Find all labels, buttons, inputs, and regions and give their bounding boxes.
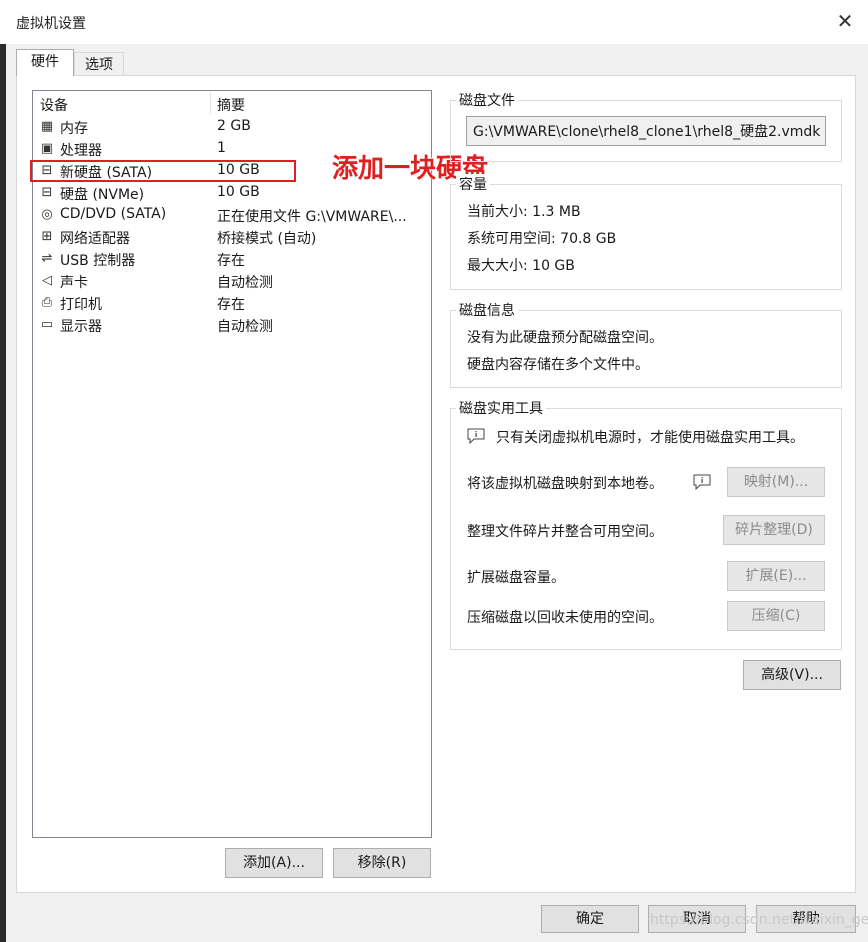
title-bar: 虚拟机设置 ✕ xyxy=(0,0,868,44)
column-header-device[interactable]: 设备 xyxy=(40,95,68,115)
device-row-sound-card[interactable]: ◁ 声卡 自动检测 xyxy=(37,270,429,292)
device-summary: 存在 xyxy=(217,253,245,269)
device-name: 打印机 xyxy=(60,297,102,313)
max-size-text: 最大大小: 10 GB xyxy=(467,258,575,274)
column-header-summary[interactable]: 摘要 xyxy=(217,95,245,115)
advanced-button[interactable]: 高级(V)... xyxy=(743,660,841,690)
map-description: 将该虚拟机磁盘映射到本地卷。 xyxy=(467,476,663,492)
device-name: 硬盘 (NVMe) xyxy=(60,187,145,203)
current-size-text: 当前大小: 1.3 MB xyxy=(467,204,581,220)
device-summary: 2 GB xyxy=(217,118,251,134)
device-summary: 正在使用文件 G:\VMWARE\... xyxy=(217,209,407,225)
defrag-description: 整理文件碎片并整合可用空间。 xyxy=(467,524,663,540)
compact-description: 压缩磁盘以回收未使用的空间。 xyxy=(467,610,663,626)
column-divider xyxy=(210,92,211,114)
expand-description: 扩展磁盘容量。 xyxy=(467,570,565,586)
annotation-highlight-box xyxy=(30,160,296,182)
cd-dvd-icon: ◎ xyxy=(41,207,53,222)
device-summary: 自动检测 xyxy=(217,319,273,335)
hard-disk-icon: ⊟ xyxy=(41,185,53,200)
network-adapter-icon: ⊞ xyxy=(41,229,53,244)
device-name: CD/DVD (SATA) xyxy=(60,206,167,222)
disk-file-path-field[interactable]: G:\VMWARE\clone\rhel8_clone1\rhel8_硬盘2.v… xyxy=(466,116,826,146)
device-summary: 自动检测 xyxy=(217,275,273,291)
device-row-display[interactable]: ▭ 显示器 自动检测 xyxy=(37,314,429,336)
tab-options[interactable]: 选项 xyxy=(74,52,124,76)
remove-device-button[interactable]: 移除(R) xyxy=(333,848,431,878)
ok-button[interactable]: 确定 xyxy=(541,905,639,933)
device-row-printer[interactable]: ⎙ 打印机 存在 xyxy=(37,292,429,314)
background-edge xyxy=(0,0,6,942)
disk-info-label: 磁盘信息 xyxy=(456,300,518,320)
device-summary: 存在 xyxy=(217,297,245,313)
add-device-button[interactable]: 添加(A)... xyxy=(225,848,323,878)
disk-info-line-2: 硬盘内容存储在多个文件中。 xyxy=(467,357,649,373)
compact-button[interactable]: 压缩(C) xyxy=(727,601,825,631)
close-icon[interactable]: ✕ xyxy=(834,10,856,32)
map-button[interactable]: 映射(M)... xyxy=(727,467,825,497)
device-name: 内存 xyxy=(60,121,88,137)
device-row-memory[interactable]: ▦ 内存 2 GB xyxy=(37,116,429,138)
device-name: USB 控制器 xyxy=(60,253,136,269)
disk-info-line-1: 没有为此硬盘预分配磁盘空间。 xyxy=(467,330,663,346)
sound-card-icon: ◁ xyxy=(42,273,52,288)
device-name: 声卡 xyxy=(60,275,88,291)
capacity-label: 容量 xyxy=(456,174,490,194)
device-row-network-adapter[interactable]: ⊞ 网络适配器 桥接模式 (自动) xyxy=(37,226,429,248)
disk-file-label: 磁盘文件 xyxy=(456,90,518,110)
tab-hardware[interactable]: 硬件 xyxy=(16,49,74,76)
printer-icon: ⎙ xyxy=(41,295,53,310)
memory-icon: ▦ xyxy=(40,119,54,134)
available-space-text: 系统可用空间: 70.8 GB xyxy=(467,231,617,247)
device-name: 网络适配器 xyxy=(60,231,130,247)
processor-icon: ▣ xyxy=(40,141,54,156)
display-icon: ▭ xyxy=(40,317,54,332)
watermark-text: https://blog.csdn.net/weixin_gee_c xyxy=(650,912,868,928)
defragment-button[interactable]: 碎片整理(D) xyxy=(723,515,825,545)
disk-info-group xyxy=(450,310,842,388)
device-name: 处理器 xyxy=(60,143,102,159)
device-summary: 10 GB xyxy=(217,184,260,200)
info-bubble-icon xyxy=(693,474,711,490)
window-title: 虚拟机设置 xyxy=(16,16,86,32)
expand-button[interactable]: 扩展(E)... xyxy=(727,561,825,591)
device-row-cd-dvd[interactable]: ◎ CD/DVD (SATA) 正在使用文件 G:\VMWARE\... xyxy=(37,204,429,226)
usb-icon: ⇌ xyxy=(41,251,53,266)
info-bubble-icon xyxy=(467,428,485,444)
disk-utilities-notice: 只有关闭虚拟机电源时，才能使用磁盘实用工具。 xyxy=(496,430,804,446)
device-summary: 桥接模式 (自动) xyxy=(217,231,317,247)
device-name: 显示器 xyxy=(60,319,102,335)
disk-utilities-label: 磁盘实用工具 xyxy=(456,398,546,418)
device-row-usb-controller[interactable]: ⇌ USB 控制器 存在 xyxy=(37,248,429,270)
device-row-hard-disk-nvme[interactable]: ⊟ 硬盘 (NVMe) 10 GB xyxy=(37,182,429,204)
